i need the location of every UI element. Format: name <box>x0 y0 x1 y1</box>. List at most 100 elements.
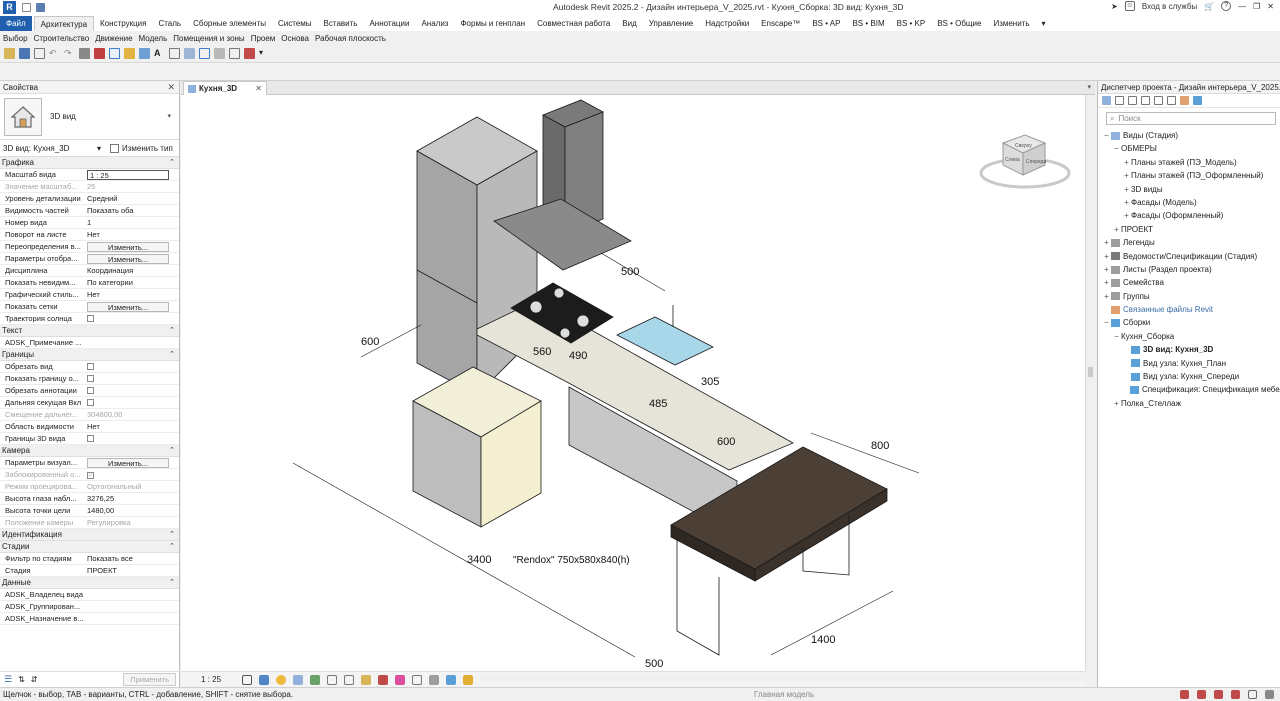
instance-selector[interactable]: 3D вид: Кухня_3D ▾ <box>3 144 105 153</box>
family-icon[interactable] <box>1154 96 1163 105</box>
assembly-icon[interactable] <box>1193 96 1202 105</box>
tab-enscape[interactable]: Enscape™ <box>755 16 806 31</box>
property-value[interactable]: 304800,00 <box>85 409 179 420</box>
collapse-icon[interactable]: ⌃ <box>169 541 175 553</box>
property-value[interactable]: ПРОЕКТ <box>85 565 179 576</box>
sun-path-icon[interactable] <box>276 674 287 685</box>
property-section[interactable]: Границы ⌃ <box>0 349 179 361</box>
expand-icon[interactable]: + <box>1122 156 1131 169</box>
panel-room-area[interactable]: Помещения и зоны <box>170 34 247 43</box>
tree-item[interactable]: Вид узла: Кухня_Спереди <box>1098 370 1280 383</box>
tree-item[interactable]: +3D виды <box>1098 183 1280 196</box>
analytical-icon[interactable] <box>446 674 457 685</box>
property-section[interactable]: Стадии ⌃ <box>0 541 179 553</box>
tree-item[interactable]: − Сборки <box>1098 316 1280 329</box>
tab-insert[interactable]: Вставить <box>318 16 364 31</box>
ribbon-options-icon[interactable]: ▾ <box>1036 16 1052 31</box>
tag-icon[interactable] <box>139 48 150 59</box>
property-value[interactable]: Координация <box>85 265 179 276</box>
collapse-icon[interactable]: − <box>1112 330 1121 343</box>
tab-analyze[interactable]: Анализ <box>415 16 454 31</box>
checkbox[interactable] <box>87 363 94 370</box>
panel-circulation[interactable]: Движение <box>92 34 135 43</box>
property-value[interactable] <box>85 589 179 600</box>
property-section[interactable]: Камера ⌃ <box>0 445 179 457</box>
detail-level-icon[interactable] <box>242 674 253 685</box>
tree-item[interactable]: Связанные файлы Revit <box>1098 303 1280 316</box>
open-folder-icon[interactable] <box>4 48 15 59</box>
tree-item[interactable]: + Планы этажей (ПЭ_Модель) <box>1098 156 1280 169</box>
panel-select[interactable]: Выбор <box>0 34 31 43</box>
sort-az-icon[interactable]: ⇅ <box>18 675 25 684</box>
home-3d-icon[interactable] <box>169 48 180 59</box>
property-value[interactable]: 25 <box>85 181 179 192</box>
redo-icon[interactable]: ↷ <box>64 48 75 59</box>
edit-button[interactable]: Изменить... <box>87 254 169 264</box>
select-pinned-icon[interactable] <box>1214 690 1223 699</box>
tree-item[interactable]: − Кухня_Сборка <box>1098 330 1280 343</box>
tab-view[interactable]: Вид <box>616 16 642 31</box>
modify-icon[interactable] <box>244 48 255 59</box>
close-window-icon[interactable] <box>94 48 105 59</box>
tab-bs-general[interactable]: BS • Общие <box>931 16 987 31</box>
customize-qat-icon[interactable]: ▾ <box>259 48 270 59</box>
tab-structure[interactable]: Конструкция <box>94 16 152 31</box>
tab-bs-bim[interactable]: BS • BIM <box>846 16 890 31</box>
expand-icon[interactable]: + <box>1122 169 1131 182</box>
scale-input[interactable]: 1 : 25 <box>87 170 169 180</box>
collapse-icon[interactable]: − <box>1102 129 1111 142</box>
lock-view-icon[interactable] <box>361 674 372 685</box>
cart-icon[interactable]: 🛒 <box>1204 2 1214 11</box>
property-section[interactable]: Графика ⌃ <box>0 157 179 169</box>
property-value[interactable]: Ортогональный <box>85 481 179 492</box>
save-icon[interactable] <box>19 48 30 59</box>
open-icon[interactable] <box>22 3 31 12</box>
text-icon[interactable]: A <box>154 48 165 59</box>
measure-icon[interactable] <box>109 48 120 59</box>
expand-icon[interactable]: + <box>1102 236 1111 249</box>
checkbox[interactable] <box>87 399 94 406</box>
property-value[interactable]: Показать оба <box>85 205 179 216</box>
property-value[interactable]: 1 <box>85 217 179 228</box>
tree-item[interactable]: + Легенды <box>1098 236 1280 249</box>
crop-region-icon[interactable] <box>344 674 355 685</box>
render-icon[interactable] <box>310 674 321 685</box>
tab-massing-site[interactable]: Формы и генплан <box>454 16 531 31</box>
expand-icon[interactable]: + <box>1122 183 1131 196</box>
temp-hide-icon[interactable] <box>378 674 389 685</box>
tree-item[interactable]: 3D вид: Кухня_3D <box>1098 343 1280 356</box>
tree-item[interactable]: + Семейства <box>1098 276 1280 289</box>
property-value[interactable] <box>85 613 179 624</box>
tree-item[interactable]: + ПРОЕКТ <box>1098 223 1280 236</box>
shadows-icon[interactable] <box>293 674 304 685</box>
drawing-canvas[interactable]: 600 500 560 490 305 485 600 800 3400 140… <box>181 95 1085 671</box>
property-value[interactable]: По категории <box>85 277 179 288</box>
property-value[interactable]: Нет <box>85 229 179 240</box>
expand-icon[interactable]: + <box>1102 290 1111 303</box>
tree-item[interactable]: + Полка_Стеллаж <box>1098 397 1280 410</box>
edit-button[interactable]: Изменить... <box>87 302 169 312</box>
property-section[interactable]: Идентификация ⌃ <box>0 529 179 541</box>
highlight-icon[interactable] <box>463 674 474 685</box>
revit-logo-icon[interactable]: R <box>3 1 16 14</box>
tab-bs-ap[interactable]: BS • AP <box>806 16 846 31</box>
collapse-icon[interactable]: − <box>1112 142 1121 155</box>
close-inactive-icon[interactable] <box>214 48 225 59</box>
property-value[interactable] <box>85 337 179 348</box>
worksharing-icon[interactable] <box>429 674 440 685</box>
browser-search[interactable]: ⌕ Поиск <box>1106 112 1276 125</box>
collapse-icon[interactable]: ⌃ <box>169 445 175 457</box>
tree-item[interactable]: + Планы этажей (ПЭ_Оформленный) <box>1098 169 1280 182</box>
group-icon[interactable] <box>1167 96 1176 105</box>
expand-icon[interactable]: + <box>1122 196 1131 209</box>
crop-view-icon[interactable] <box>327 674 338 685</box>
scale-label[interactable]: 1 : 25 <box>201 675 221 684</box>
reveal-hidden-icon[interactable] <box>395 674 406 685</box>
expand-icon[interactable]: + <box>1112 397 1121 410</box>
panel-datum[interactable]: Основа <box>278 34 312 43</box>
filter-icon[interactable] <box>1265 690 1274 699</box>
checkbox[interactable] <box>87 315 94 322</box>
window-restore-icon[interactable]: ❐ <box>1253 2 1260 11</box>
edit-button[interactable]: Изменить... <box>87 242 169 252</box>
tab-file[interactable]: Файл <box>0 16 32 31</box>
